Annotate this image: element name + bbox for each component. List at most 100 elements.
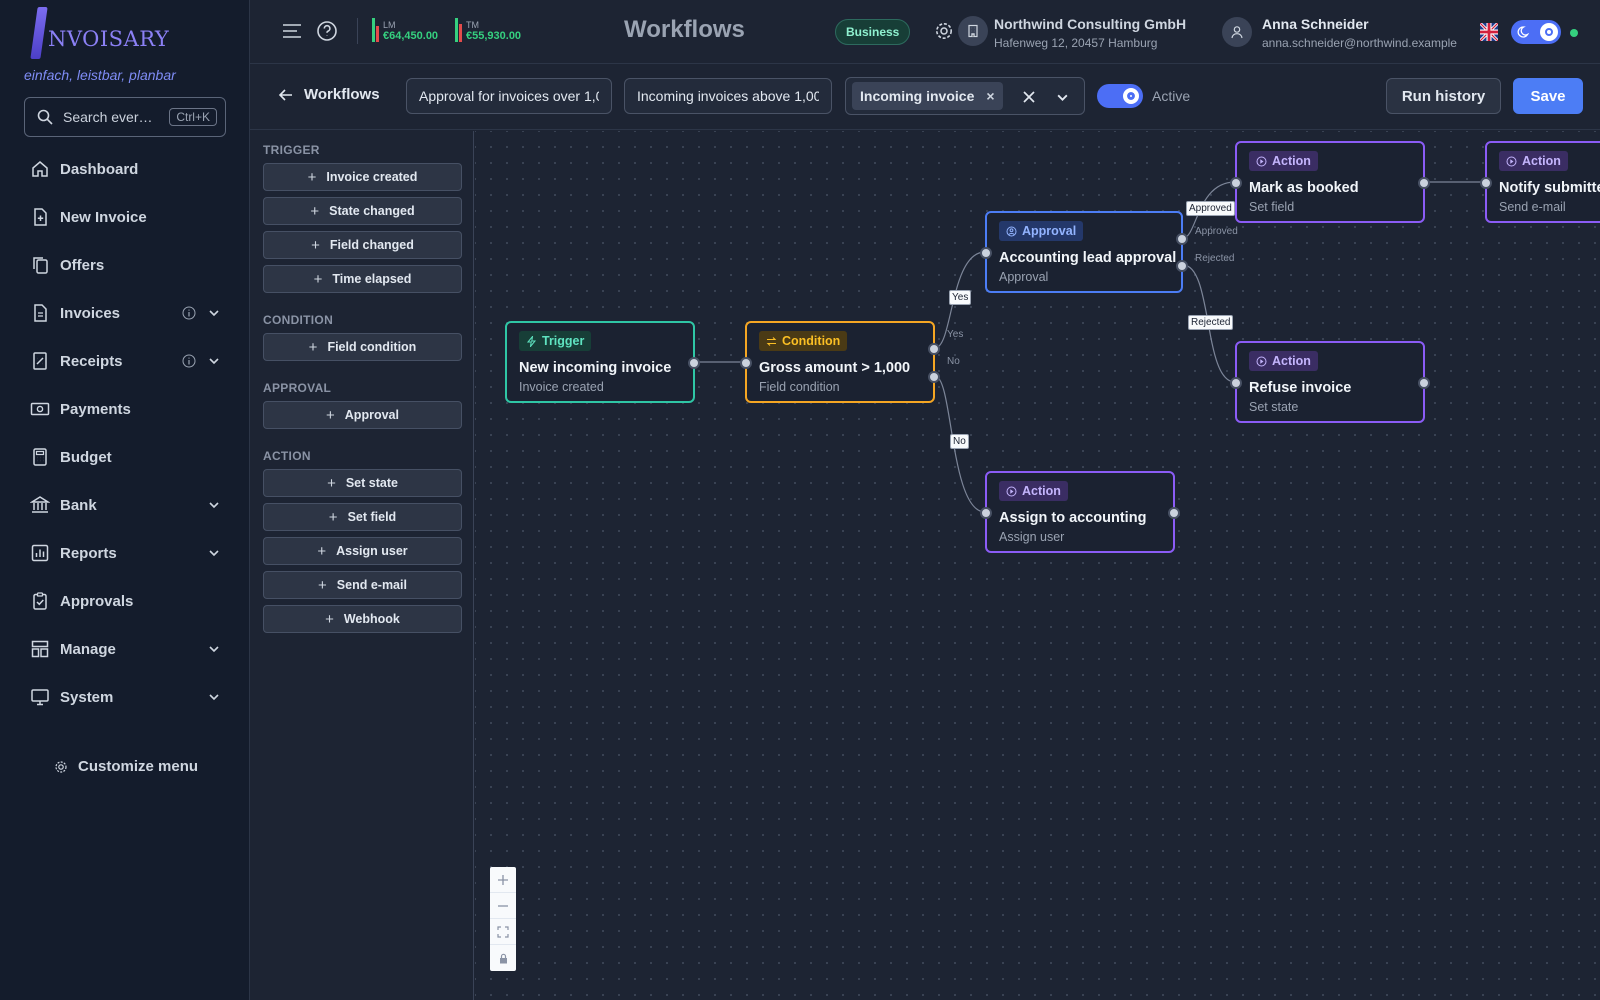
metric-last-month[interactable]: LM €64,450.00 [372,18,438,42]
organization-switcher[interactable]: Northwind Consulting GmbH Hafenweg 12, 2… [994,16,1186,50]
add-time-elapsed-trigger[interactable]: + Time elapsed [263,265,462,293]
document-type-select[interactable]: Incoming invoice × [845,77,1085,115]
active-label: Active [1152,88,1191,104]
selected-tag: Incoming invoice × [852,82,1003,110]
add-assign-user-action[interactable]: + Assign user [263,537,462,565]
assign-to-accounting-node[interactable]: Action Assign to accounting Assign user [980,471,1180,553]
output-port[interactable] [688,357,700,369]
user-menu[interactable]: Anna Schneider anna.schneider@northwind.… [1262,16,1457,50]
refuse-invoice-node[interactable]: Action Refuse invoice Set state [1230,341,1430,423]
info-icon[interactable] [182,354,196,368]
workflow-canvas[interactable]: Trigger New incoming invoice Invoice cre… [475,131,1600,1000]
chevron-down-icon[interactable] [208,643,220,655]
node-type-badge: Action [1499,151,1568,171]
back-to-workflows-link[interactable]: Workflows [278,86,380,103]
workflow-name-input[interactable] [406,78,612,114]
chevron-down-icon[interactable] [208,355,220,367]
output-port[interactable] [1168,507,1180,519]
minus-icon [498,904,508,907]
sidebar-item-budget[interactable]: Budget [0,433,250,481]
sidebar-item-manage[interactable]: Manage [0,625,250,673]
input-port[interactable] [1230,177,1242,189]
plan-badge: Business [835,19,911,45]
workflow-description-input[interactable] [624,78,832,114]
uk-flag-icon[interactable] [1480,23,1498,41]
info-icon[interactable] [182,306,196,320]
output-port-no[interactable] [928,371,940,383]
zoom-in-button[interactable] [490,867,516,893]
sidebar-item-label: Dashboard [60,160,139,178]
output-port[interactable] [1418,177,1430,189]
output-port[interactable] [1418,377,1430,389]
logo[interactable]: NVOISARY [30,6,169,60]
sidebar-item-label: Reports [60,544,117,562]
run-history-button[interactable]: Run history [1386,78,1501,114]
action-icon [1256,156,1267,166]
clear-icon[interactable] [1022,90,1036,104]
add-set-state-action[interactable]: + Set state [263,469,462,497]
input-port[interactable] [740,357,752,369]
remove-tag-icon[interactable]: × [986,88,994,104]
sidebar-item-bank[interactable]: Bank [0,481,250,529]
output-port-rejected[interactable] [1176,260,1188,272]
input-port[interactable] [1480,177,1492,189]
palette-item-label: Field condition [327,340,417,354]
sidebar-item-approvals[interactable]: Approvals [0,577,250,625]
approval-icon [1006,226,1017,236]
save-button[interactable]: Save [1513,78,1583,114]
output-port-approved[interactable] [1176,233,1188,245]
palette-section-title: CONDITION [263,313,334,327]
lock-canvas-button[interactable] [490,945,516,971]
node-title: Notify submitter [1499,179,1600,196]
chevron-down-icon[interactable] [208,307,220,319]
sidebar-item-invoices[interactable]: Invoices [0,289,250,337]
sidebar-item-offers[interactable]: Offers [0,241,250,289]
input-port[interactable] [1230,377,1242,389]
zoom-out-button[interactable] [490,893,516,919]
sidebar-item-new-invoice[interactable]: New Invoice [0,193,250,241]
gear-icon[interactable] [934,21,954,41]
chevron-down-icon[interactable] [208,499,220,511]
sidebar-item-payments[interactable]: Payments [0,385,250,433]
chevron-down-icon[interactable] [208,691,220,703]
metric-value: €55,930.00 [466,30,522,42]
add-field-changed-trigger[interactable]: + Field changed [263,231,462,259]
sidebar-item-dashboard[interactable]: Dashboard [0,145,250,193]
approval-node[interactable]: Approval Accounting lead approval Approv… [980,211,1188,293]
sidebar-item-system[interactable]: System [0,673,250,721]
search-input[interactable]: Search ever… [63,109,169,125]
output-port-yes[interactable] [928,343,940,355]
file-plus-icon [34,208,47,226]
add-set-field-action[interactable]: + Set field [263,503,462,531]
sidebar-item-receipts[interactable]: Receipts [0,337,250,385]
menu-icon[interactable] [281,20,303,42]
metric-this-month[interactable]: TM €55,930.00 [455,18,521,42]
condition-node[interactable]: Condition Gross amount > 1,000 Field con… [740,321,940,403]
trigger-node[interactable]: Trigger New incoming invoice Invoice cre… [505,321,700,403]
sidebar-item-reports[interactable]: Reports [0,529,250,577]
logo-mark [30,7,48,59]
add-approval[interactable]: + Approval [263,401,462,429]
metric-bars-icon [372,18,379,42]
node-subtitle: Invoice created [519,379,604,394]
palette-item-label: Invoice created [326,170,418,184]
chevron-down-icon[interactable] [208,547,220,559]
organization-avatar[interactable] [958,16,988,46]
theme-toggle[interactable] [1511,20,1561,44]
chevron-down-icon[interactable] [1056,91,1069,104]
add-state-changed-trigger[interactable]: + State changed [263,197,462,225]
add-webhook-action[interactable]: + Webhook [263,605,462,633]
customize-menu-button[interactable]: Customize menu [54,758,198,775]
fit-view-button[interactable] [490,919,516,945]
add-field-condition[interactable]: + Field condition [263,333,462,361]
mark-as-booked-node[interactable]: Action Mark as booked Set field [1230,141,1430,223]
input-port[interactable] [980,247,992,259]
global-search[interactable]: Search ever… Ctrl+K [24,97,226,137]
add-send-email-action[interactable]: + Send e-mail [263,571,462,599]
input-port[interactable] [980,507,992,519]
notify-submitter-node[interactable]: Action Notify submitter Send e-mail [1480,141,1600,223]
active-toggle[interactable] [1097,84,1143,108]
help-icon[interactable] [316,20,338,42]
add-invoice-created-trigger[interactable]: + Invoice created [263,163,462,191]
user-avatar[interactable] [1222,17,1252,47]
